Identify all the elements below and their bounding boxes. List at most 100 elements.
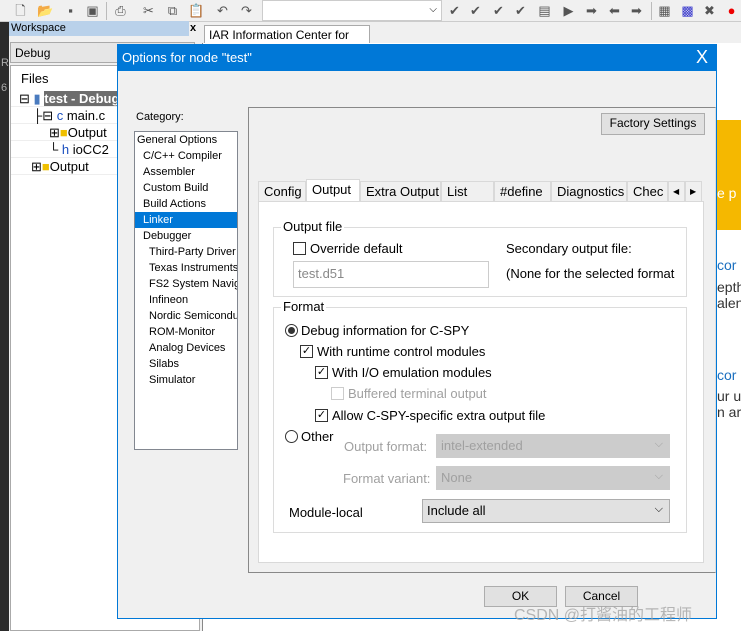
secondary-output-label: Secondary output file: xyxy=(506,241,632,256)
output-format-value: intel-extended xyxy=(441,438,523,453)
folder-label: Output xyxy=(49,159,89,174)
c-file-icon: c xyxy=(56,108,64,123)
save-icon[interactable]: ▪ xyxy=(62,2,79,19)
category-item[interactable]: Third-Party Driver xyxy=(135,244,237,260)
category-item[interactable]: Assembler xyxy=(135,164,237,180)
tab-iar-information-center[interactable]: IAR Information Center for 8051 xyxy=(204,25,370,56)
copy-icon[interactable]: ⧉ xyxy=(164,2,181,19)
tab-define[interactable]: #define xyxy=(494,181,551,202)
watermark: CSDN @打酱油的工程师 xyxy=(514,607,693,624)
category-item-linker[interactable]: Linker xyxy=(135,212,237,228)
override-default-checkbox[interactable] xyxy=(293,242,306,255)
debug-icon[interactable]: ● xyxy=(723,2,740,19)
new-file-icon[interactable]: 🗋 xyxy=(12,2,29,19)
redo-icon[interactable]: ↷ xyxy=(238,2,255,19)
step-icon[interactable]: ✔ xyxy=(490,2,507,19)
toggle-breakpoint-icon[interactable]: ✔ xyxy=(446,2,463,19)
output-file-group: Output file Override default test.d51 Se… xyxy=(273,219,687,297)
category-item[interactable]: Infineon xyxy=(135,292,237,308)
other-radio[interactable] xyxy=(285,430,298,443)
format-group: Format Debug information for C-SPY ✓ Wit… xyxy=(273,299,687,533)
module-local-value: Include all xyxy=(427,503,486,518)
next-file-icon[interactable]: ➡ xyxy=(628,2,645,19)
options-panel: Factory Settings Config Output Extra Out… xyxy=(248,107,716,573)
next-icon[interactable]: ➡ xyxy=(583,2,600,19)
tab-output[interactable]: Output xyxy=(306,179,360,202)
options-dialog: Options for node "test" X Category: Gener… xyxy=(117,44,717,619)
fragment: e p xyxy=(717,185,737,201)
category-item[interactable]: ROM-Monitor xyxy=(135,324,237,340)
stop-build-icon[interactable]: ✖ xyxy=(701,2,718,19)
h-file-icon: h xyxy=(61,142,70,157)
folder-label: Output xyxy=(67,125,107,140)
category-list[interactable]: General Options C/C++ Compiler Assembler… xyxy=(134,131,238,450)
go-icon[interactable]: ▶ xyxy=(560,2,577,19)
chevron-down-icon: ⌵ xyxy=(654,503,663,515)
tab-scroll-right-icon[interactable]: ▶ xyxy=(685,181,702,202)
undo-icon[interactable]: ↶ xyxy=(214,2,231,19)
tab-check[interactable]: Chec xyxy=(627,181,668,202)
buffered-output-label: Buffered terminal output xyxy=(348,386,487,401)
save-all-icon[interactable]: ▣ xyxy=(84,2,101,19)
tab-list[interactable]: List xyxy=(441,181,494,202)
folder-icon: ■ xyxy=(41,159,50,174)
find-in-files-icon[interactable]: ▤ xyxy=(536,2,553,19)
make-icon[interactable]: ▩ xyxy=(679,2,696,19)
chevron-down-icon: ⌵ xyxy=(429,4,437,15)
dialog-title: Options for node "test" xyxy=(122,50,252,65)
override-default-label: Override default xyxy=(310,241,403,256)
tab-diagnostics[interactable]: Diagnostics xyxy=(551,181,627,202)
paste-icon[interactable]: 📋 xyxy=(188,2,205,19)
chevron-down-icon: ⌵ xyxy=(654,438,663,450)
open-icon[interactable]: 📂 xyxy=(37,2,54,19)
format-variant-label: Format variant: xyxy=(343,471,431,486)
fragment: alen xyxy=(717,295,741,311)
find-combo[interactable]: ⌵ xyxy=(262,0,442,21)
format-variant-select[interactable]: None ⌵ xyxy=(436,466,670,490)
category-item[interactable]: General Options xyxy=(135,132,237,148)
group-label: Format xyxy=(281,299,327,314)
category-item[interactable]: Analog Devices xyxy=(135,340,237,356)
strip-char: 6 xyxy=(1,82,8,94)
info-banner: e p xyxy=(717,120,741,230)
output-filename-input[interactable]: test.d51 xyxy=(293,261,489,288)
io-emulation-label: With I/O emulation modules xyxy=(332,365,492,380)
factory-settings-button[interactable]: Factory Settings xyxy=(601,113,705,135)
allow-extra-output-checkbox[interactable]: ✓ xyxy=(315,409,328,422)
category-item[interactable]: Custom Build xyxy=(135,180,237,196)
compile-icon[interactable]: ▦ xyxy=(656,2,673,19)
dialog-title-bar: Options for node "test" X xyxy=(118,45,716,71)
step-out-icon[interactable]: ✔ xyxy=(512,2,529,19)
cut-icon[interactable]: ✂ xyxy=(140,2,157,19)
print-icon[interactable]: ⎙ xyxy=(112,2,129,19)
output-format-label: Output format: xyxy=(344,439,428,454)
close-icon[interactable]: x xyxy=(190,21,202,36)
category-item[interactable]: Texas Instruments xyxy=(135,260,237,276)
output-format-select[interactable]: intel-extended ⌵ xyxy=(436,434,670,458)
allow-extra-output-label: Allow C-SPY-specific extra output file xyxy=(332,408,546,423)
debug-info-label: Debug information for C-SPY xyxy=(301,323,470,338)
category-item[interactable]: Nordic Semiconductor xyxy=(135,308,237,324)
strip-char: R xyxy=(1,57,9,69)
debug-info-radio[interactable] xyxy=(285,324,298,337)
run-to-cursor-icon[interactable]: ✔ xyxy=(467,2,484,19)
close-icon[interactable]: X xyxy=(696,47,708,68)
format-variant-value: None xyxy=(441,470,473,485)
tab-extra-output[interactable]: Extra Output xyxy=(360,181,441,202)
runtime-modules-checkbox[interactable]: ✓ xyxy=(300,345,313,358)
tab-config[interactable]: Config xyxy=(258,181,306,202)
category-item[interactable]: FS2 System Navigator xyxy=(135,276,237,292)
prev-file-icon[interactable]: ⬅ xyxy=(606,2,623,19)
category-item[interactable]: Build Actions xyxy=(135,196,237,212)
tab-scroll-left-icon[interactable]: ◀ xyxy=(668,181,685,202)
category-item[interactable]: C/C++ Compiler xyxy=(135,148,237,164)
module-local-select[interactable]: Include all ⌵ xyxy=(422,499,670,523)
io-emulation-checkbox[interactable]: ✓ xyxy=(315,366,328,379)
category-item[interactable]: Silabs xyxy=(135,356,237,372)
project-label: test - Debug xyxy=(44,91,120,106)
category-item[interactable]: Simulator xyxy=(135,372,237,388)
chevron-down-icon: ⌵ xyxy=(654,470,663,482)
category-item[interactable]: Debugger xyxy=(135,228,237,244)
module-local-label: Module-local xyxy=(289,505,363,520)
buffered-output-checkbox[interactable] xyxy=(331,387,344,400)
